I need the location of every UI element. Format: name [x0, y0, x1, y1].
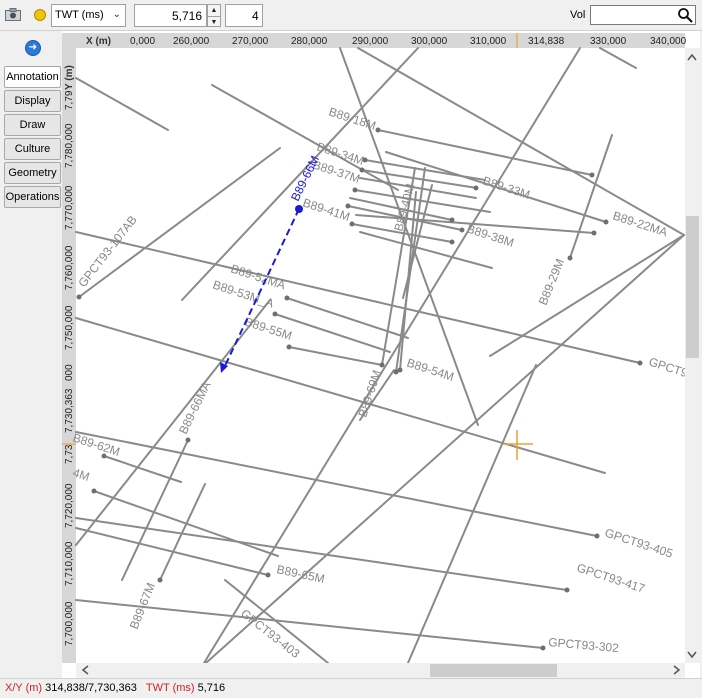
x-tick: 270,000 — [232, 36, 269, 47]
x-tick: 310,000 — [470, 36, 507, 47]
x-tick: 300,000 — [411, 36, 448, 47]
y-tick: 7,710,000 — [64, 541, 75, 586]
tab-display[interactable]: Display — [4, 90, 61, 112]
x-tick: 280,000 — [291, 36, 328, 47]
status-xy-value: 314,838/7,730,363 — [45, 682, 137, 694]
search-icon[interactable] — [677, 7, 693, 23]
tab-culture[interactable]: Culture — [4, 138, 61, 160]
tab-geometry[interactable]: Geometry — [4, 162, 61, 184]
tab-operations[interactable]: Operations — [4, 186, 61, 208]
vol-label: Vol — [570, 9, 586, 21]
y-tick: 7,770,000 — [64, 185, 75, 230]
x-tick: 314,838 — [528, 36, 565, 47]
arrow-right-icon[interactable]: ➜ — [25, 40, 41, 56]
horizontal-scrollbar[interactable] — [76, 663, 685, 678]
y-tick: 7,720,000 — [64, 483, 75, 528]
y-tick: 7,750,000 — [64, 305, 75, 350]
toolbar: TWT (ms) ⌄ 5,716 ▲ ▼ 4 Vol — [0, 0, 702, 31]
x-axis-title: X (m) — [86, 36, 111, 47]
x-tick: 330,000 — [590, 36, 627, 47]
basemap-view[interactable]: X (m) 0,000 260,000 270,000 280,000 290,… — [62, 31, 700, 678]
y-tick: 7,730,363 — [64, 388, 75, 433]
x-tick: 290,000 — [352, 36, 389, 47]
spin-up-icon[interactable]: ▲ — [208, 5, 220, 16]
vertical-scroll-thumb[interactable] — [686, 216, 699, 358]
spin-down-icon[interactable]: ▼ — [208, 16, 220, 27]
horizontal-scroll-thumb[interactable] — [430, 664, 557, 677]
vol-search-input[interactable] — [590, 5, 696, 25]
x-tick: 260,000 — [173, 36, 210, 47]
side-tabs: ➜ Annotation Display Draw Culture Geomet… — [0, 31, 62, 676]
y-tick: 000 — [64, 364, 75, 381]
y-tick: 7,700,000 — [64, 601, 75, 646]
domain-select-value: TWT (ms) — [55, 9, 104, 21]
y-tick: 7,760,000 — [64, 245, 75, 290]
tab-annotation[interactable]: Annotation — [4, 66, 61, 88]
y-tick: 7,79 — [64, 90, 75, 110]
camera-icon[interactable] — [5, 8, 21, 21]
x-tick: 0,000 — [130, 36, 155, 47]
chevron-down-icon: ⌄ — [112, 9, 121, 20]
y-tick: 7,780,000 — [64, 123, 75, 168]
domain-select[interactable]: TWT (ms) ⌄ — [51, 4, 126, 27]
status-xy-label: X/Y (m) — [5, 682, 43, 694]
tab-draw[interactable]: Draw — [4, 114, 61, 136]
time-input[interactable]: 5,716 — [134, 4, 207, 27]
status-light-icon[interactable] — [34, 9, 46, 21]
time-spinner[interactable]: ▲ ▼ — [207, 4, 221, 27]
status-twt-label: TWT (ms) — [145, 682, 195, 694]
status-bar: X/Y (m) 314,838/7,730,363 TWT (ms) 5,716 — [0, 678, 702, 698]
y-axis-title: Y (m) — [64, 65, 75, 90]
x-tick: 340,000 — [650, 36, 687, 47]
step-input[interactable]: 4 — [225, 4, 263, 27]
y-tick: 7,73 — [64, 444, 75, 464]
status-twt-value: 5,716 — [197, 682, 226, 694]
